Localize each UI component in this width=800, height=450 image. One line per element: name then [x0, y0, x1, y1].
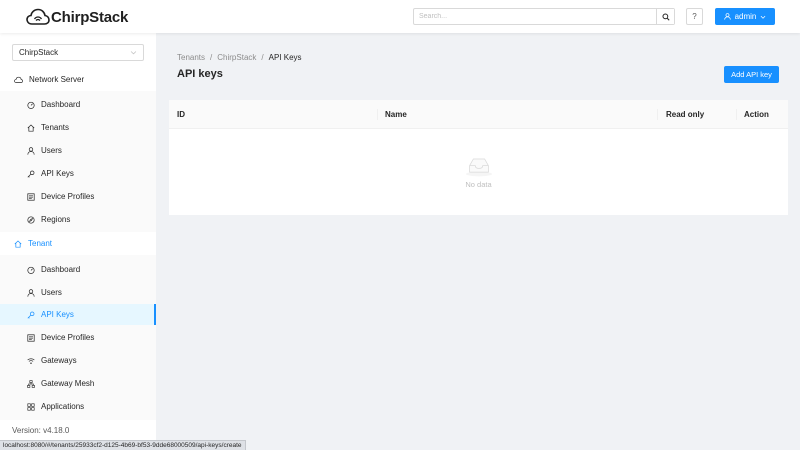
compass-icon: [27, 215, 35, 224]
sidebar-item-ns-dashboard[interactable]: Dashboard: [0, 94, 156, 115]
sidebar-item-tenant-device-profiles[interactable]: Device Profiles: [0, 327, 156, 348]
sidebar-item-label: Dashboard: [41, 265, 81, 274]
sidebar-item-label: API Keys: [41, 169, 74, 178]
breadcrumb-api-keys: API Keys: [268, 53, 302, 62]
browser-status-bar: localhost:8080/#/tenants/25933cf2-d125-4…: [0, 440, 246, 450]
user-icon: [27, 146, 35, 155]
breadcrumb: Tenants / ChirpStack / API Keys: [177, 53, 302, 62]
user-name: admin: [734, 12, 757, 21]
wifi-icon: [27, 357, 35, 365]
search-button[interactable]: [656, 9, 674, 24]
home-icon: [14, 240, 22, 248]
sidebar-item-label: Users: [41, 146, 62, 155]
cloud-logo-icon: [26, 8, 50, 26]
sidebar-item-tenant-api-keys[interactable]: API Keys: [0, 304, 156, 325]
chevron-down-icon: [130, 49, 137, 56]
menu-group-tenant[interactable]: Tenant: [0, 232, 156, 255]
profile-icon: [27, 333, 35, 342]
sidebar-item-ns-device-profiles[interactable]: Device Profiles: [0, 186, 156, 207]
add-api-key-button[interactable]: Add API key: [724, 66, 779, 83]
table-empty-state: No data: [169, 129, 788, 215]
sidebar-item-label: Users: [41, 288, 62, 297]
tenant-select[interactable]: ChirpStack: [12, 44, 144, 61]
sidebar-item-label: Regions: [41, 215, 71, 224]
column-header-id: ID: [177, 110, 185, 119]
profile-icon: [27, 192, 35, 201]
sidebar-item-label: Dashboard: [41, 100, 81, 109]
sidebar-item-ns-api-keys[interactable]: API Keys: [0, 163, 156, 184]
sidebar-item-label: Applications: [41, 402, 85, 411]
cloud-icon: [14, 76, 23, 84]
sidebar-item-label: Tenants: [41, 123, 70, 132]
sidebar-item-label: Device Profiles: [41, 192, 95, 201]
sidebar-item-tenant-gateways[interactable]: Gateways: [0, 350, 156, 371]
column-separator: [377, 109, 378, 120]
dashboard-icon: [27, 266, 35, 274]
chevron-down-icon: [760, 14, 766, 20]
home-icon: [27, 124, 35, 132]
empty-inbox-icon: [464, 156, 494, 177]
dashboard-icon: [27, 101, 35, 109]
menu-group-network-server[interactable]: Network Server: [0, 68, 156, 91]
column-header-action: Action: [744, 110, 769, 119]
sidebar-item-ns-tenants[interactable]: Tenants: [0, 117, 156, 138]
column-separator: [736, 109, 737, 120]
help-button[interactable]: ?: [686, 8, 703, 25]
sidebar-item-label: API Keys: [41, 310, 74, 319]
menu-group-label: Network Server: [29, 75, 85, 84]
sidebar-item-label: Gateways: [41, 356, 77, 365]
sidebar-item-label: Device Profiles: [41, 333, 95, 342]
version-text: Version: v4.18.0: [12, 426, 70, 435]
api-keys-table: ID Name Read only Action No data: [169, 100, 788, 215]
chirpstack-logo[interactable]: ChirpStack: [26, 7, 128, 27]
breadcrumb-chirpstack[interactable]: ChirpStack: [217, 53, 256, 62]
breadcrumb-separator: /: [210, 53, 213, 62]
sidebar-item-tenant-dashboard[interactable]: Dashboard: [0, 259, 156, 280]
sidebar-item-ns-users[interactable]: Users: [0, 140, 156, 161]
sidebar: ChirpStack Network Server Dashboard Tena…: [0, 33, 156, 450]
key-icon: [27, 170, 35, 178]
sidebar-item-label: Gateway Mesh: [41, 379, 95, 388]
user-menu-button[interactable]: admin: [715, 8, 775, 25]
breadcrumb-tenants[interactable]: Tenants: [177, 53, 205, 62]
top-header: ChirpStack ? admin: [0, 0, 800, 33]
breadcrumb-separator: /: [261, 53, 264, 62]
user-icon: [27, 288, 35, 297]
sidebar-item-tenant-gateway-mesh[interactable]: Gateway Mesh: [0, 373, 156, 394]
key-icon: [27, 311, 35, 319]
search-box: [413, 8, 675, 25]
page-title: API keys: [177, 68, 223, 80]
empty-text: No data: [465, 179, 492, 189]
sidebar-item-ns-regions[interactable]: Regions: [0, 209, 156, 230]
sidebar-item-tenant-applications[interactable]: Applications: [0, 396, 156, 417]
table-header: ID Name Read only Action: [169, 100, 788, 129]
logo-text: ChirpStack: [51, 8, 129, 26]
tenant-select-value: ChirpStack: [19, 48, 59, 57]
column-separator: [657, 109, 658, 120]
user-icon: [723, 13, 731, 20]
appstore-icon: [27, 402, 35, 411]
column-header-name: Name: [385, 110, 407, 119]
search-icon: [661, 12, 670, 21]
column-header-read-only: Read only: [666, 110, 705, 119]
mesh-icon: [27, 379, 35, 388]
menu-group-label: Tenant: [28, 239, 53, 248]
sidebar-item-tenant-users[interactable]: Users: [0, 282, 156, 303]
search-input[interactable]: [414, 9, 656, 24]
